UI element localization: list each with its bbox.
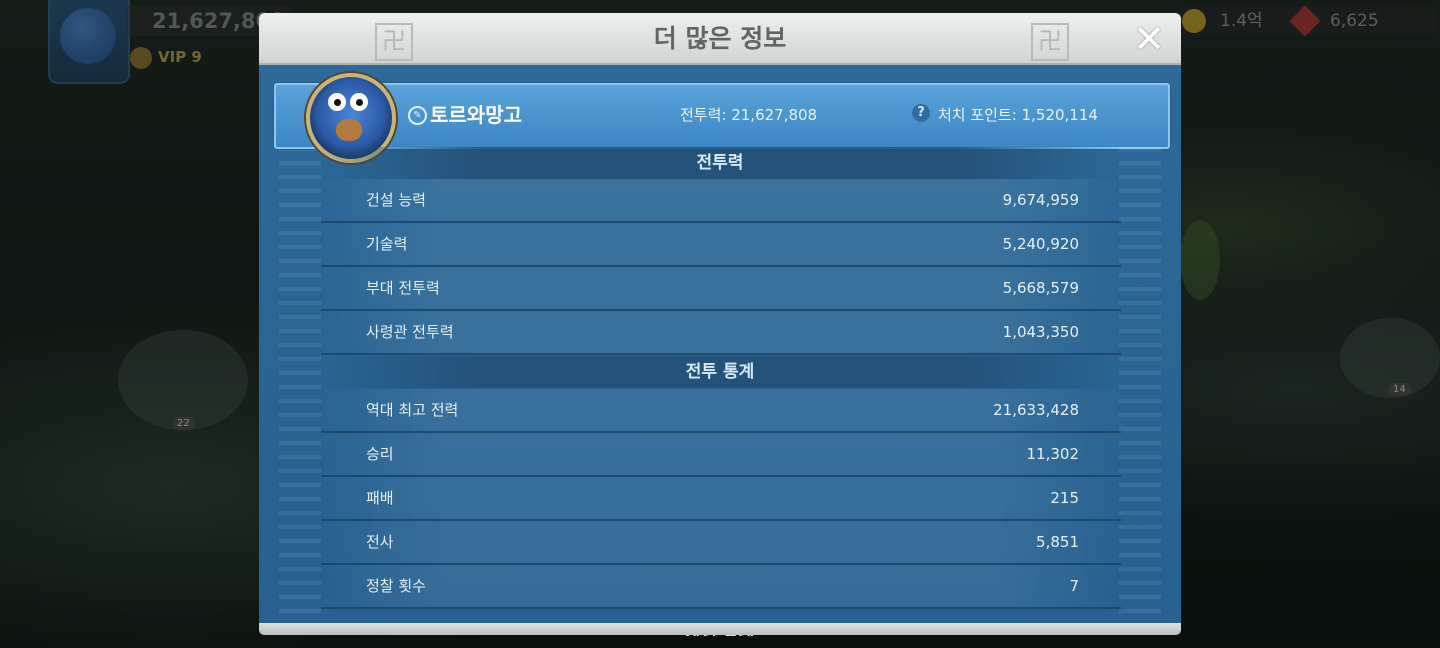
stat-label: 전사	[366, 533, 394, 551]
dialog-title-bar: 卍 더 많은 정보 卍 ✕	[259, 13, 1181, 65]
map-level-label: 14	[1388, 383, 1411, 396]
stat-value: 7	[1069, 577, 1079, 595]
dialog-body: ✎ 토르와망고 전투력: 21,627,808 ? 처치 포인트: 1,520,…	[259, 65, 1181, 623]
more-info-dialog: 卍 더 많은 정보 卍 ✕ ✎ 토르와망고 전투력: 21,627,808 ? …	[259, 13, 1181, 636]
stat-label: 부대 전투력	[366, 279, 440, 297]
stat-value: 21,633,428	[993, 401, 1079, 419]
stat-label: 정찰 횟수	[366, 577, 426, 595]
map-decoration	[1180, 220, 1220, 300]
stat-row: 역대 최고 전력 21,633,428	[321, 389, 1121, 433]
vip-medal-icon	[130, 46, 152, 69]
greek-key-icon: 卍	[1031, 23, 1069, 61]
section-header-battle: 전투 통계	[319, 356, 1121, 388]
stat-row: 부대 전투력 5,668,579	[321, 267, 1121, 311]
section-header-power: 전투력	[319, 147, 1121, 179]
stat-value: 1,043,350	[1002, 323, 1079, 341]
stat-label: 역대 최고 전력	[366, 401, 459, 419]
help-icon[interactable]: ?	[912, 104, 930, 122]
player-name: 토르와망고	[430, 103, 522, 127]
kill-points-label: 처치 포인트: 1,520,114	[938, 106, 1098, 124]
gem-icon	[1289, 5, 1321, 37]
stat-row: 전사 5,851	[321, 521, 1121, 565]
gem-amount: 6,625	[1330, 11, 1379, 31]
avatar-image	[60, 8, 116, 64]
map-level-label: 22	[172, 417, 195, 430]
player-avatar-button[interactable]	[48, 0, 130, 84]
stat-value: 11,302	[1026, 445, 1080, 463]
gem-resource[interactable]: 6,625	[1286, 5, 1436, 37]
gold-coin-icon	[1182, 9, 1206, 33]
stat-value: 215	[1050, 489, 1079, 507]
dialog-bottom-bar	[259, 623, 1181, 635]
avatar-eye	[328, 93, 346, 111]
stat-label: 건설 능력	[366, 191, 426, 209]
stat-value: 9,674,959	[1002, 191, 1079, 209]
stat-value: 5,240,920	[1002, 235, 1079, 253]
stat-value: 5,668,579	[1002, 279, 1079, 297]
stat-row: 정찰 횟수 7	[321, 565, 1121, 609]
profile-card: ✎ 토르와망고 전투력: 21,627,808 ? 처치 포인트: 1,520,…	[274, 73, 1170, 163]
stat-label: 사령관 전투력	[366, 323, 454, 341]
map-decoration	[118, 330, 248, 430]
stat-label: 승리	[366, 445, 394, 463]
edit-name-icon[interactable]: ✎	[408, 106, 427, 125]
avatar-cookie	[336, 119, 362, 141]
stat-value: 5,851	[1036, 533, 1079, 551]
stat-label: 기술력	[366, 235, 408, 253]
power-label: 전투력: 21,627,808	[680, 106, 818, 124]
stat-row: 사령관 전투력 1,043,350	[321, 311, 1121, 355]
stat-label: 패배	[366, 489, 394, 507]
vip-label: VIP 9	[158, 48, 202, 66]
stat-row: 승리 11,302	[321, 433, 1121, 477]
stat-row: 패배 215	[321, 477, 1121, 521]
stat-row: 건설 능력 9,674,959	[321, 179, 1121, 223]
close-button[interactable]: ✕	[1131, 20, 1167, 58]
gold-amount: 1.4억	[1220, 11, 1263, 31]
avatar-eye	[350, 93, 368, 111]
vip-badge[interactable]: VIP 9	[130, 44, 210, 70]
stat-row: 기술력 5,240,920	[321, 223, 1121, 267]
